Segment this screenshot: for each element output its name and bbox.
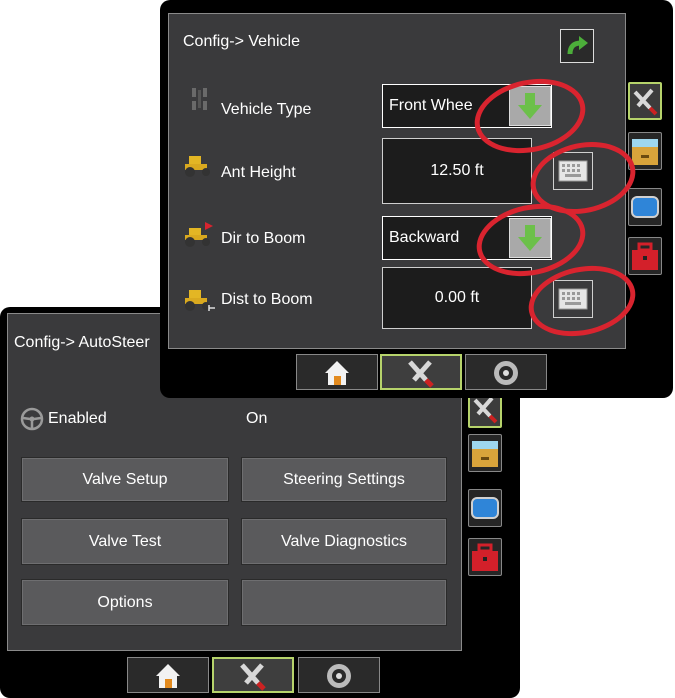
gauge-icon: [494, 361, 518, 385]
back-button[interactable]: [560, 29, 594, 63]
dist-to-boom-field[interactable]: 0.00 ft: [382, 267, 532, 329]
vehicle-type-icon: [189, 86, 211, 112]
page-title: Config-> AutoSteer: [14, 334, 150, 351]
dist-to-boom-value: 0.00 ft: [434, 289, 480, 306]
bottom-tab-gauge[interactable]: [465, 354, 547, 390]
toolbox-icon: [632, 242, 658, 270]
tractor-distance-icon: [181, 286, 217, 312]
display-icon: [631, 196, 659, 218]
gauge-icon: [327, 664, 351, 688]
bottom-tab-tools[interactable]: [380, 354, 462, 390]
side-tab-display[interactable]: [628, 188, 662, 226]
side-tab-files[interactable]: [468, 434, 502, 472]
tools-icon: [240, 663, 266, 691]
bottom-tab-home[interactable]: [296, 354, 378, 390]
vehicle-type-label: Vehicle Type: [221, 101, 312, 118]
tractor-direction-icon: [181, 220, 217, 248]
dir-to-boom-label: Dir to Boom: [221, 230, 306, 247]
vehicle-type-value: Front Whee: [389, 97, 473, 114]
blank-button[interactable]: [241, 579, 447, 626]
side-tab-tools[interactable]: [628, 82, 662, 120]
tractor-icon: [181, 152, 215, 178]
valve-setup-button[interactable]: Valve Setup: [21, 457, 229, 502]
display-icon: [471, 497, 499, 519]
page-title: Config-> Vehicle: [183, 33, 300, 50]
tools-icon: [408, 360, 434, 388]
steering-wheel-icon: [20, 407, 44, 431]
home-icon: [156, 664, 180, 688]
ant-height-label: Ant Height: [221, 164, 296, 181]
dir-to-boom-value: Backward: [389, 229, 460, 246]
filing-cabinet-icon: [472, 441, 498, 467]
enabled-value: On: [246, 410, 268, 427]
bottom-tab-gauge[interactable]: [298, 657, 380, 693]
home-icon: [325, 361, 349, 385]
ant-height-value: 12.50 ft: [430, 162, 484, 179]
curved-arrow-icon: [567, 36, 588, 55]
dist-to-boom-label: Dist to Boom: [221, 291, 313, 308]
valve-test-button[interactable]: Valve Test: [21, 518, 229, 565]
side-tab-display[interactable]: [468, 489, 502, 527]
side-tab-toolbox[interactable]: [468, 538, 502, 576]
valve-diagnostics-button[interactable]: Valve Diagnostics: [241, 518, 447, 565]
options-button[interactable]: Options: [21, 579, 229, 626]
bottom-tab-tools[interactable]: [212, 657, 294, 693]
toolbox-icon: [472, 543, 498, 571]
enabled-label: Enabled: [48, 410, 107, 427]
steering-settings-button[interactable]: Steering Settings: [241, 457, 447, 502]
bottom-tab-home[interactable]: [127, 657, 209, 693]
side-tab-toolbox[interactable]: [628, 237, 662, 275]
tools-icon: [633, 88, 658, 116]
